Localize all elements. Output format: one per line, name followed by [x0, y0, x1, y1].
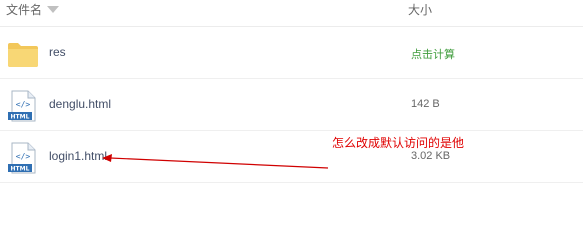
- file-row-denglu[interactable]: </> HTML denglu.html 142 B: [0, 79, 583, 131]
- column-header-size[interactable]: 大小: [408, 1, 432, 18]
- file-name[interactable]: denglu.html: [49, 97, 111, 111]
- svg-text:HTML: HTML: [11, 114, 30, 121]
- file-name[interactable]: login1.html: [49, 149, 107, 163]
- calculate-size-link[interactable]: 点击计算: [411, 46, 455, 62]
- svg-text:</>: </>: [16, 100, 31, 109]
- column-header-name[interactable]: 文件名: [6, 1, 60, 18]
- file-list-header: 文件名 大小: [0, 0, 583, 27]
- column-header-name-label: 文件名: [6, 3, 43, 17]
- folder-icon: [8, 43, 38, 67]
- file-size: 142 B: [411, 98, 440, 110]
- file-size: 3.02 KB: [411, 150, 451, 162]
- html-file-icon: </> HTML: [8, 142, 36, 174]
- html-file-icon: </> HTML: [8, 90, 36, 122]
- svg-text:HTML: HTML: [11, 166, 30, 173]
- file-row-login1[interactable]: </> HTML login1.html 3.02 KB: [0, 131, 583, 183]
- sort-down-icon[interactable]: [47, 6, 60, 13]
- svg-text:</>: </>: [16, 152, 31, 161]
- file-name[interactable]: res: [49, 45, 66, 59]
- file-list-panel: 文件名 大小 res 点击计算 </> HTML denglu.html 142…: [0, 0, 583, 245]
- file-row-res[interactable]: res 点击计算: [0, 27, 583, 79]
- annotation-text: 怎么改成默认访问的是他: [332, 136, 465, 150]
